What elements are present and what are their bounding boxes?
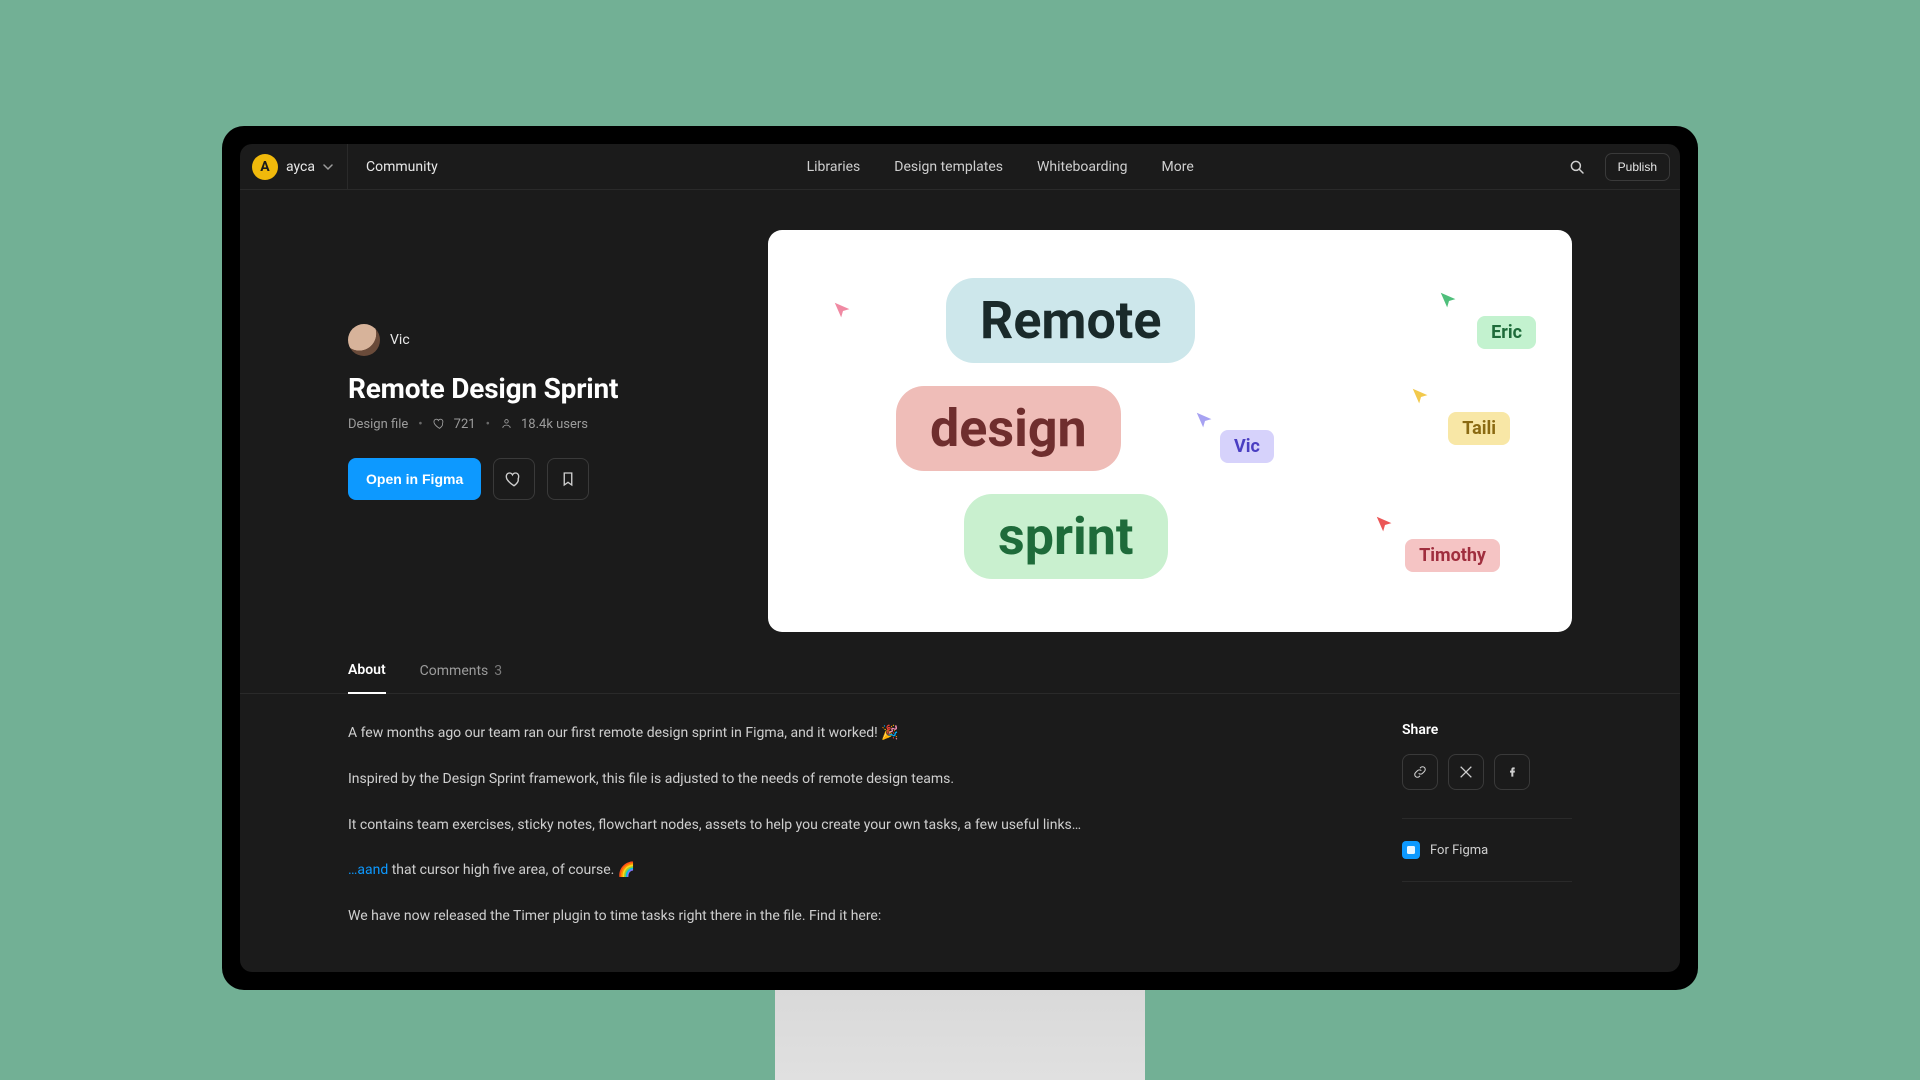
for-figma-label: For Figma xyxy=(1430,843,1488,858)
author-name: Vic xyxy=(390,332,410,348)
link-icon xyxy=(1412,764,1428,780)
share-link-button[interactable] xyxy=(1402,754,1438,790)
figma-app-icon xyxy=(1402,841,1420,859)
tab-comments[interactable]: Comments 3 xyxy=(420,662,503,693)
description-p2: Inspired by the Design Sprint framework,… xyxy=(348,768,1342,792)
cursor-tag-taili: Taili xyxy=(1448,412,1510,445)
user-menu[interactable]: A ayca xyxy=(240,144,348,189)
x-icon xyxy=(1458,764,1474,780)
share-label: Share xyxy=(1402,722,1572,738)
nav-whiteboarding[interactable]: Whiteboarding xyxy=(1037,159,1128,175)
tabs: About Comments 3 xyxy=(240,632,1680,694)
heart-icon xyxy=(505,470,523,488)
users-icon xyxy=(500,417,513,432)
cover-word-design: design xyxy=(896,386,1121,471)
user-avatar: A xyxy=(252,154,278,180)
nav-libraries[interactable]: Libraries xyxy=(807,159,861,175)
app-window: A ayca Community Libraries Design templa… xyxy=(240,144,1680,972)
user-name: ayca xyxy=(286,159,315,175)
search-icon[interactable] xyxy=(1563,153,1591,181)
cursor-tag-timothy: Timothy xyxy=(1405,539,1500,572)
sidebar: Share xyxy=(1402,722,1572,951)
author-avatar xyxy=(348,324,380,356)
cursor-tag-eric: Eric xyxy=(1477,316,1536,349)
file-meta: Design file 721 18.4k users xyxy=(348,417,728,432)
description-p1: A few months ago our team ran our first … xyxy=(348,722,1342,746)
cursor-icon xyxy=(1410,386,1432,408)
tab-comments-count: 3 xyxy=(494,663,502,679)
publish-button[interactable]: Publish xyxy=(1605,153,1670,181)
like-button[interactable] xyxy=(493,458,535,500)
share-facebook-button[interactable] xyxy=(1494,754,1530,790)
users-count: 18.4k users xyxy=(521,417,588,432)
top-bar: A ayca Community Libraries Design templa… xyxy=(240,144,1680,190)
cover-word-sprint: sprint xyxy=(964,494,1168,579)
cursor-icon xyxy=(832,300,854,322)
open-in-figma-button[interactable]: Open in Figma xyxy=(348,458,481,500)
facebook-icon xyxy=(1504,764,1520,780)
description: A few months ago our team ran our first … xyxy=(348,722,1342,951)
cover-word-remote: Remote xyxy=(946,278,1195,363)
tab-comments-label: Comments xyxy=(420,663,489,679)
file-title: Remote Design Sprint xyxy=(348,372,728,405)
author-link[interactable]: Vic xyxy=(348,324,728,356)
tab-about[interactable]: About xyxy=(348,662,386,694)
cursor-icon xyxy=(1374,514,1396,536)
nav-more[interactable]: More xyxy=(1162,159,1194,175)
cursor-tag-vic: Vic xyxy=(1220,430,1274,463)
bookmark-icon xyxy=(559,470,577,488)
chevron-down-icon xyxy=(323,162,333,172)
nav-design-templates[interactable]: Design templates xyxy=(894,159,1003,175)
likes-count: 721 xyxy=(454,417,476,432)
hero-section: Vic Remote Design Sprint Design file 721… xyxy=(240,190,1680,632)
bookmark-button[interactable] xyxy=(547,458,589,500)
cursor-icon xyxy=(1438,290,1460,312)
description-p3: It contains team exercises, sticky notes… xyxy=(348,814,1342,838)
cover-image: Remote design sprint Eric Vic Taili Timo… xyxy=(768,230,1572,632)
heart-icon xyxy=(433,417,446,432)
aand-link[interactable]: …aand xyxy=(348,862,388,878)
share-x-button[interactable] xyxy=(1448,754,1484,790)
description-p4: …aand that cursor high five area, of cou… xyxy=(348,859,1342,883)
for-figma-row[interactable]: For Figma xyxy=(1402,841,1572,859)
cursor-icon xyxy=(1194,410,1216,432)
monitor-stand xyxy=(775,990,1145,1080)
file-type-label: Design file xyxy=(348,417,408,432)
description-p5: We have now released the Timer plugin to… xyxy=(348,905,1342,929)
nav-community[interactable]: Community xyxy=(348,159,438,175)
